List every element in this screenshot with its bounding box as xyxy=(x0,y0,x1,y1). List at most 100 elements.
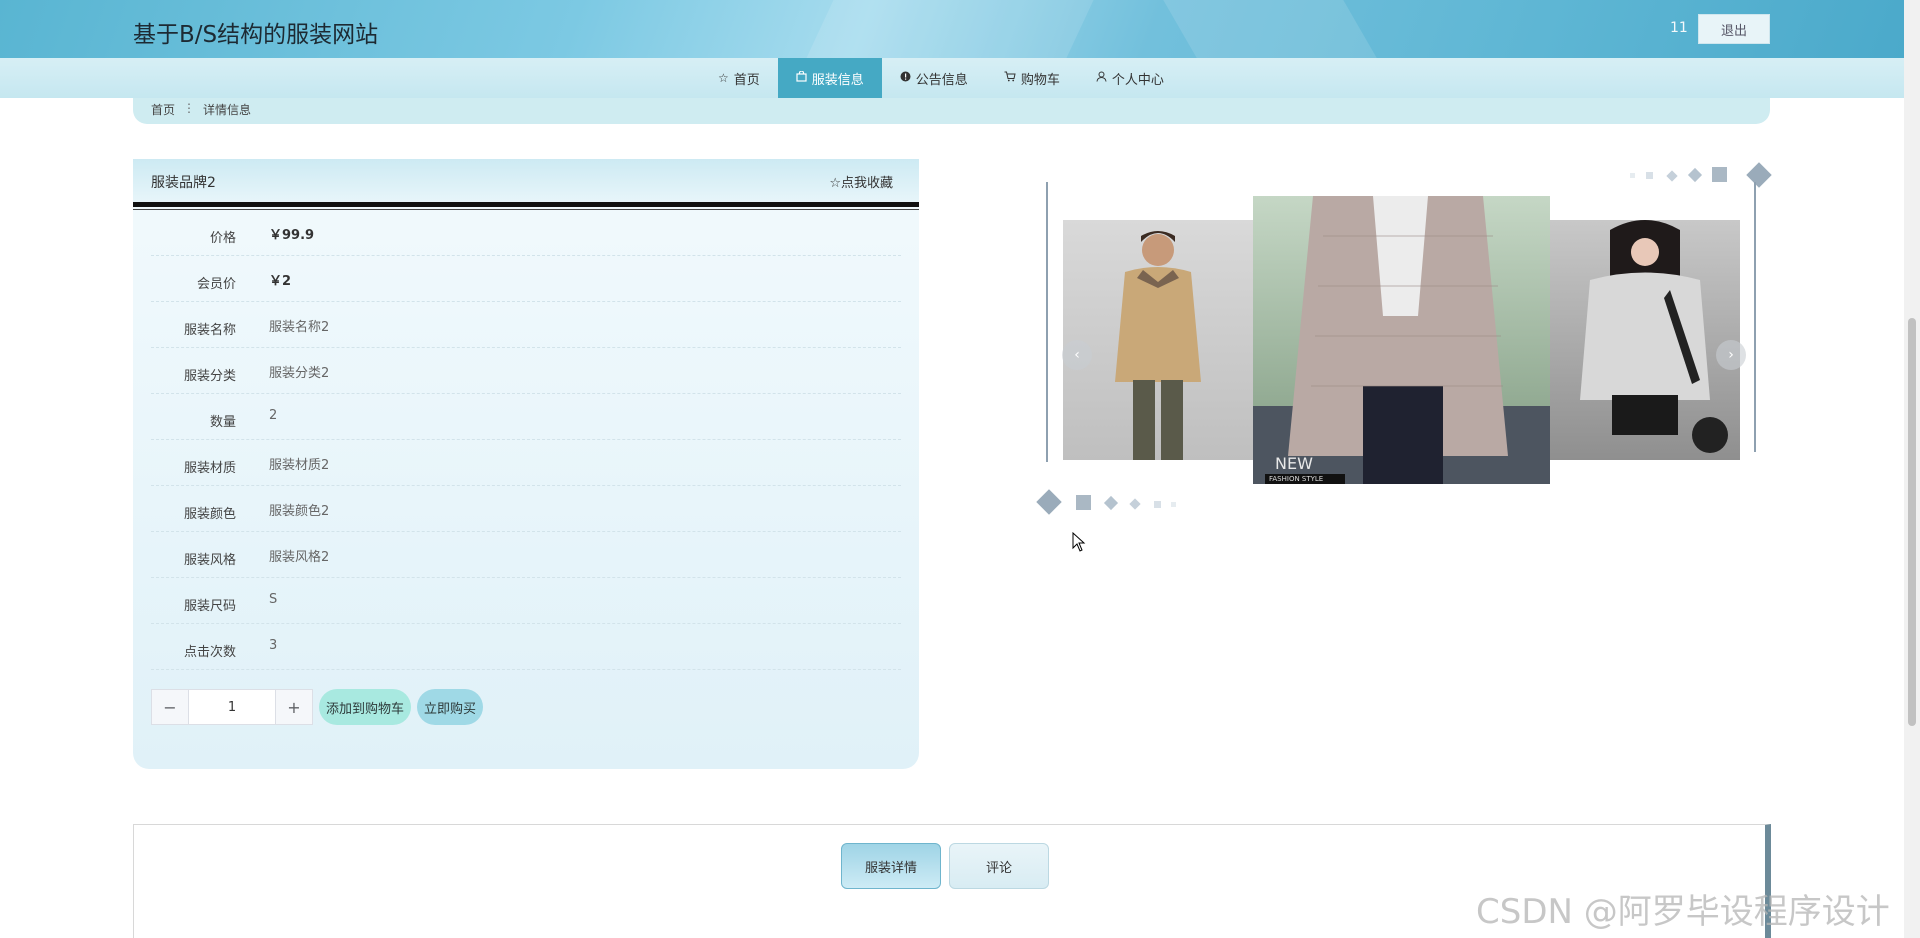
attribute-row-clicks: 点击次数 3 xyxy=(151,624,901,670)
square-decoration xyxy=(1712,167,1727,182)
attribute-label: 点击次数 xyxy=(183,645,236,660)
tab-comments[interactable]: 评论 xyxy=(949,843,1049,889)
logout-button[interactable]: 退出 xyxy=(1698,14,1770,44)
bag-icon xyxy=(796,70,807,85)
nav-item-label: 公告信息 xyxy=(915,72,968,88)
page-scrollbar[interactable] xyxy=(1904,0,1920,938)
attribute-row-price: 价格 ￥99.9 xyxy=(151,210,901,256)
carousel-next-button[interactable]: › xyxy=(1716,340,1746,370)
card-header: 服装品牌2 ☆点我收藏 xyxy=(133,159,919,205)
square-decoration xyxy=(1154,501,1161,508)
square-decoration xyxy=(1171,502,1176,507)
attribute-row-material: 服装材质 服装材质2 xyxy=(151,440,901,486)
attribute-label: 服装名称 xyxy=(183,323,236,338)
attribute-value: S xyxy=(269,592,278,607)
carousel-slide-image[interactable] xyxy=(1063,220,1253,460)
attribute-value: ￥99.9 xyxy=(269,228,315,243)
attribute-value: 服装材质2 xyxy=(269,458,330,473)
attribute-label: 服装风格 xyxy=(183,553,236,568)
favorite-button[interactable]: ☆点我收藏 xyxy=(829,172,893,191)
attribute-label: 服装尺码 xyxy=(183,599,236,614)
diamond-decoration xyxy=(1746,162,1772,188)
diamond-decoration xyxy=(1687,167,1703,183)
carousel-prev-button[interactable]: ‹ xyxy=(1062,340,1092,370)
diamond-decoration xyxy=(1666,170,1678,182)
attribute-row-member-price: 会员价 ￥2 xyxy=(151,256,901,302)
attribute-row-color: 服装颜色 服装颜色2 xyxy=(151,486,901,532)
diamond-decoration xyxy=(1036,489,1062,515)
add-to-cart-button[interactable]: 添加到购物车 xyxy=(319,689,411,725)
attribute-value: 服装分类2 xyxy=(269,366,330,381)
scrollbar-thumb[interactable] xyxy=(1908,318,1916,726)
attribute-row-size: 服装尺码 S xyxy=(151,578,901,624)
quantity-input[interactable]: 1 xyxy=(188,690,276,724)
diamond-decoration xyxy=(1129,498,1141,510)
breadcrumb-separator-icon: ⋮ xyxy=(183,101,196,115)
tab-clothing-detail[interactable]: 服装详情 xyxy=(841,843,941,889)
minus-icon: − xyxy=(163,697,177,717)
quantity-stepper: − 1 + xyxy=(151,689,313,725)
nav-item-cart[interactable]: 购物车 xyxy=(986,58,1078,98)
star-icon: ☆ xyxy=(829,176,841,191)
nav-item-clothing-info[interactable]: 服装信息 xyxy=(777,58,882,98)
divider xyxy=(133,202,919,207)
diamond-decoration xyxy=(1103,495,1119,511)
nav-item-home[interactable]: ☆ 首页 xyxy=(700,58,778,98)
attribute-label: 服装材质 xyxy=(183,461,236,476)
attribute-row-style: 服装风格 服装风格2 xyxy=(151,532,901,578)
nav-item-label: 首页 xyxy=(733,72,760,88)
attribute-value: 服装颜色2 xyxy=(269,504,330,519)
nav-item-announcements[interactable]: 公告信息 xyxy=(882,58,986,98)
attribute-value: 3 xyxy=(269,638,278,653)
decrement-button[interactable]: − xyxy=(152,690,188,724)
breadcrumb-current: 详情信息 xyxy=(203,103,252,117)
favorite-label: 点我收藏 xyxy=(840,176,893,191)
nav-item-label: 服装信息 xyxy=(811,72,864,88)
attribute-row-name: 服装名称 服装名称2 xyxy=(151,302,901,348)
nav-items: ☆ 首页 服装信息 公告信息 购物车 个人中心 xyxy=(700,58,1182,98)
page: 基于B/S结构的服装网站 11 退出 ☆ 首页 服装信息 公告信息 购物车 个人… xyxy=(0,0,1920,938)
slide-badge-sub: FASHION STYLE xyxy=(1265,474,1345,484)
increment-button[interactable]: + xyxy=(276,690,312,724)
watermark: CSDN @阿罗毕设程序设计 xyxy=(1476,892,1890,932)
nav-item-profile[interactable]: 个人中心 xyxy=(1078,58,1182,98)
breadcrumb-home[interactable]: 首页 xyxy=(151,101,175,118)
attribute-value: ￥2 xyxy=(269,274,292,289)
square-decoration xyxy=(1076,495,1091,510)
breadcrumb-bar: 首页 ⋮ 详情信息 xyxy=(133,98,1770,124)
nav-item-label: 购物车 xyxy=(1020,72,1060,88)
product-title: 服装品牌2 xyxy=(151,175,216,191)
square-decoration xyxy=(1630,173,1635,178)
square-decoration xyxy=(1646,172,1653,179)
cart-icon xyxy=(1004,71,1016,85)
attribute-row-category: 服装分类 服装分类2 xyxy=(151,348,901,394)
product-detail-card: 服装品牌2 ☆点我收藏 价格 ￥99.9 会员价 ￥2 服装名称 服装名称2 服… xyxy=(133,159,919,769)
mouse-cursor-icon xyxy=(1072,531,1086,556)
plus-icon: + xyxy=(287,697,301,717)
attribute-label: 价格 xyxy=(209,231,236,246)
slide-badge: NEW xyxy=(1275,454,1313,473)
attribute-value: 服装风格2 xyxy=(269,550,330,565)
buy-now-button[interactable]: 立即购买 xyxy=(417,689,483,725)
star-icon: ☆ xyxy=(718,71,729,85)
header-decoration xyxy=(1163,0,1377,58)
user-name: 11 xyxy=(1670,20,1688,36)
attribute-row-quantity: 数量 2 xyxy=(151,394,901,440)
person-icon xyxy=(1096,71,1107,85)
product-carousel: NEW FASHION STYLE ‹ › xyxy=(1036,160,1772,520)
main-nav: ☆ 首页 服装信息 公告信息 购物车 个人中心 xyxy=(0,58,1920,98)
carousel-frame-line xyxy=(1046,182,1048,462)
attribute-value: 2 xyxy=(269,408,278,423)
breadcrumb: 首页 ⋮ 详情信息 xyxy=(151,101,251,118)
site-header: 基于B/S结构的服装网站 11 退出 xyxy=(0,0,1920,58)
carousel-slide-image[interactable]: NEW FASHION STYLE xyxy=(1253,196,1550,484)
attribute-label: 数量 xyxy=(209,415,236,430)
attribute-label: 服装分类 xyxy=(183,369,236,384)
carousel-slide-image[interactable] xyxy=(1550,220,1740,460)
attribute-value: 服装名称2 xyxy=(269,320,330,335)
chevron-left-icon: ‹ xyxy=(1074,347,1080,363)
attribute-label: 会员价 xyxy=(196,277,236,292)
chevron-right-icon: › xyxy=(1728,347,1734,363)
carousel-frame-line xyxy=(1754,182,1756,452)
info-icon xyxy=(900,71,911,85)
